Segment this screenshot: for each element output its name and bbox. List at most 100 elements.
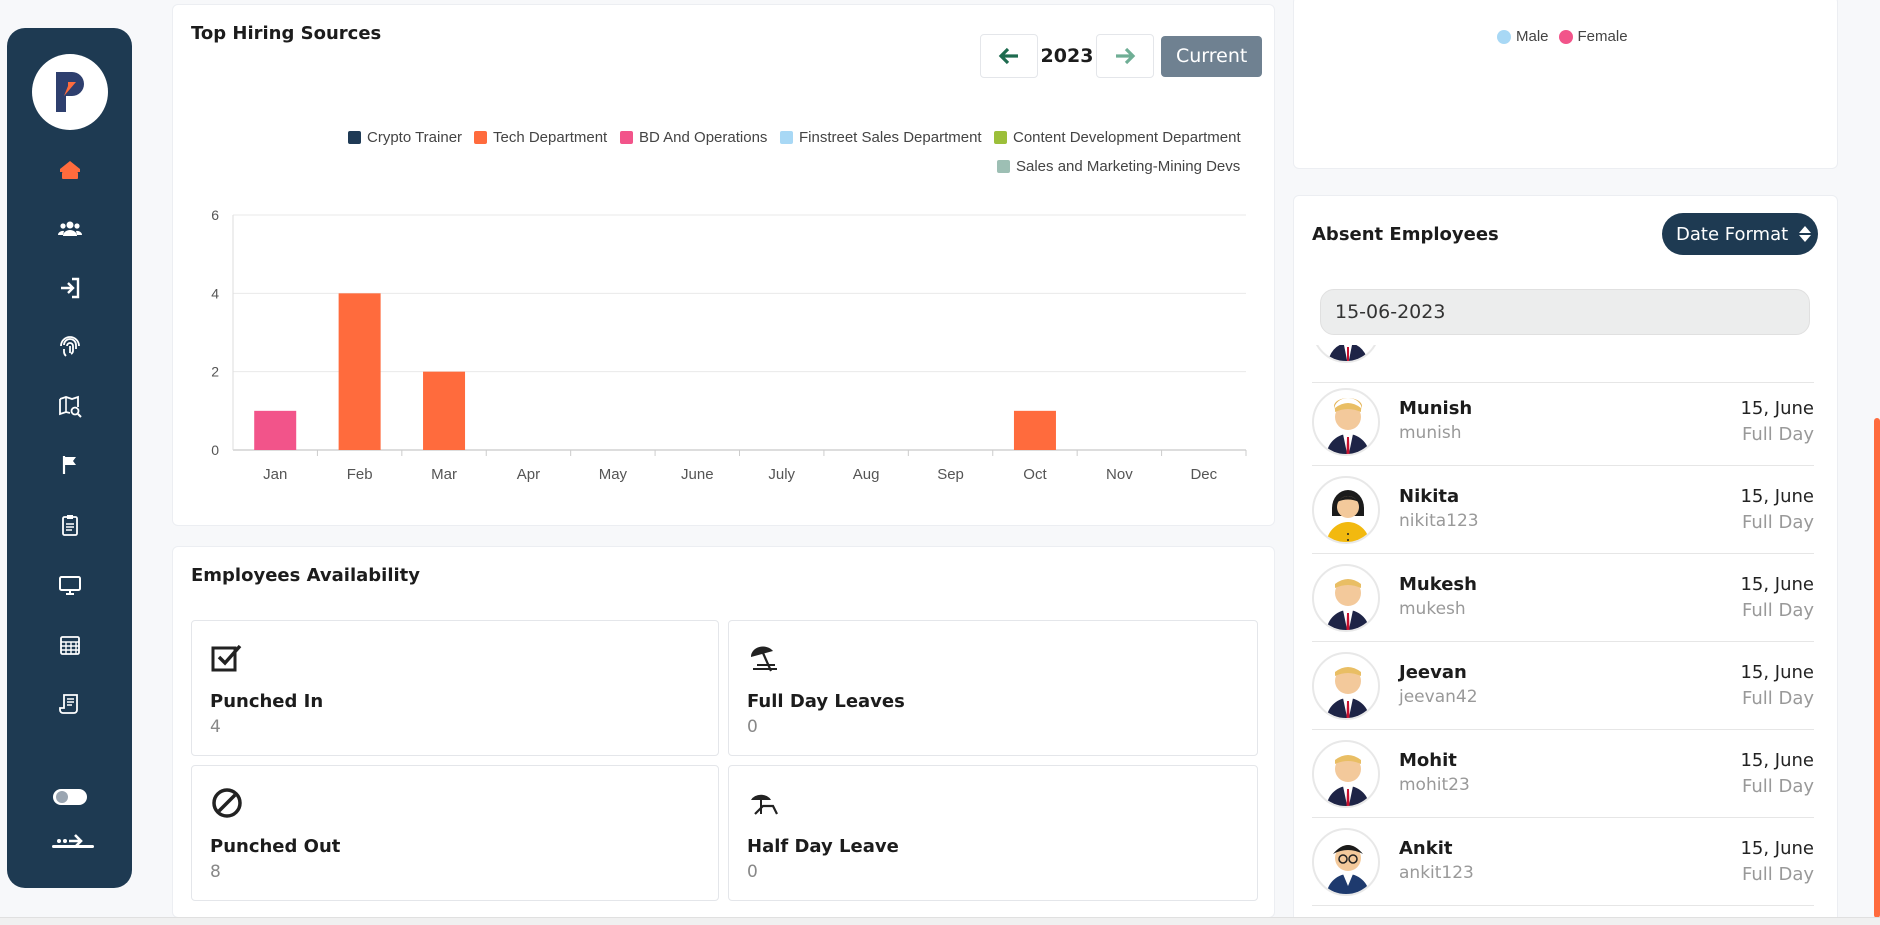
x-tick-label: Dec (1190, 466, 1217, 483)
employee-name: Mukesh (1399, 574, 1477, 595)
toggle-icon (52, 789, 87, 805)
absence-date: 15, June (1740, 662, 1814, 683)
absence-date: 15, June (1740, 398, 1814, 419)
avatar (1312, 388, 1380, 456)
logout-icon (56, 834, 83, 848)
half-day-leave-card[interactable]: Half Day Leave 0 (728, 765, 1258, 901)
avatar (1312, 345, 1380, 363)
bar (254, 410, 297, 450)
beach-umbrella-icon (750, 646, 777, 672)
x-tick-label: Apr (517, 466, 540, 483)
sidebar-item-map[interactable] (7, 386, 132, 426)
date-format-button[interactable]: Date Format (1662, 213, 1818, 255)
login-icon (60, 277, 79, 299)
list-item[interactable]: Munish munish 15, June Full Day (1312, 378, 1814, 466)
y-tick-label: 2 (211, 364, 219, 380)
punched-in-value: 4 (210, 717, 221, 737)
male-label[interactable]: Male (1516, 28, 1549, 45)
sidebar-item-login[interactable] (7, 268, 132, 308)
sidebar-item-payroll[interactable] (7, 684, 132, 724)
absence-date: 15, June (1740, 486, 1814, 507)
punched-in-card[interactable]: Punched In 4 (191, 620, 719, 756)
punched-out-card[interactable]: Punched Out 8 (191, 765, 719, 901)
leave-type: Full Day (1741, 512, 1814, 533)
punched-in-label: Punched In (210, 691, 324, 712)
logo-icon (55, 72, 84, 112)
map-search-icon (58, 395, 82, 418)
half-day-leave-value: 0 (747, 862, 758, 882)
avatar (1312, 652, 1380, 720)
sidebar-item-attendance[interactable] (7, 327, 132, 367)
bar (1013, 410, 1056, 450)
x-tick-label: Sep (937, 466, 964, 483)
punched-out-label: Punched Out (210, 836, 341, 857)
scrollbar-thumb[interactable] (1874, 418, 1880, 918)
employee-name: Jeevan (1399, 662, 1467, 683)
y-tick-label: 0 (211, 442, 219, 458)
female-label[interactable]: Female (1578, 28, 1628, 45)
gender-legend: Male Female (1497, 28, 1628, 45)
absent-employees-title: Absent Employees (1312, 224, 1499, 245)
absence-date: 15, June (1740, 838, 1814, 859)
sidebar-item-monitor[interactable] (7, 565, 132, 605)
theme-toggle[interactable] (7, 777, 132, 817)
avatar (1312, 476, 1380, 544)
employee-username: jeevan42 (1399, 687, 1478, 707)
employee-name: Ankit (1399, 838, 1453, 859)
x-tick-label: Nov (1106, 466, 1133, 483)
hiring-sources-card: Top Hiring Sources 2023 Current Crypto T… (172, 4, 1275, 526)
sidebar-item-calendar[interactable] (7, 625, 132, 665)
ban-icon (212, 788, 242, 818)
sidebar-item-home[interactable] (7, 150, 132, 190)
employee-name: Munish (1399, 398, 1473, 419)
sidebar-item-documents[interactable] (7, 505, 132, 545)
beach-chair-icon (751, 794, 778, 815)
punched-out-value: 8 (210, 862, 221, 882)
date-format-label: Date Format (1676, 223, 1789, 245)
horizontal-scrollbar[interactable] (0, 917, 1880, 925)
x-tick-label: Oct (1023, 466, 1047, 483)
half-day-leave-label: Half Day Leave (747, 836, 899, 857)
bar (423, 371, 466, 450)
absence-date: 15, June (1740, 750, 1814, 771)
dashboard: Top Hiring Sources 2023 Current Crypto T… (0, 0, 1880, 925)
logout-button[interactable] (7, 821, 132, 861)
avatar (1312, 740, 1380, 808)
x-tick-label: July (768, 466, 795, 483)
availability-card: Employees Availability Punched In 4 Full… (172, 546, 1275, 918)
home-icon (59, 161, 80, 179)
employee-name: Mohit (1399, 750, 1457, 771)
full-day-leaves-value: 0 (747, 717, 758, 737)
sidebar-item-team[interactable] (7, 209, 132, 249)
list-item[interactable]: Mohit mohit23 15, June Full Day (1312, 730, 1814, 818)
app-logo[interactable] (31, 54, 108, 130)
clipboard-icon (61, 515, 78, 536)
employee-username: ankit123 (1399, 863, 1474, 883)
sidebar (7, 28, 132, 888)
leave-type: Full Day (1741, 600, 1814, 621)
list-item[interactable]: Mukesh mukesh 15, June Full Day (1312, 554, 1814, 642)
y-tick-label: 6 (211, 207, 219, 223)
x-tick-label: Feb (347, 466, 373, 483)
monitor-icon (58, 576, 81, 595)
bar (338, 293, 381, 450)
flag-icon (62, 456, 76, 474)
leave-type: Full Day (1741, 424, 1814, 445)
checkbox-icon (211, 644, 242, 672)
x-tick-label: Mar (431, 466, 457, 483)
leave-type: Full Day (1741, 688, 1814, 709)
availability-title: Employees Availability (191, 565, 420, 586)
employee-username: munish (1399, 423, 1462, 443)
list-item[interactable]: Ankit ankit123 15, June Full Day (1312, 818, 1814, 906)
full-day-leaves-card[interactable]: Full Day Leaves 0 (728, 620, 1258, 756)
receipt-icon (58, 694, 78, 714)
y-tick-label: 4 (211, 285, 219, 301)
sidebar-item-flag[interactable] (7, 445, 132, 485)
x-tick-label: Aug (853, 466, 880, 483)
date-input[interactable] (1320, 289, 1810, 335)
list-item[interactable]: Nikita nikita123 15, June Full Day (1312, 466, 1814, 554)
absent-employees-list[interactable]: Full Day Munish munish 15, June Full Day… (1312, 345, 1814, 910)
list-item[interactable]: Jeevan jeevan42 15, June Full Day (1312, 642, 1814, 730)
fingerprint-icon (59, 336, 80, 357)
employee-username: mohit23 (1399, 775, 1470, 795)
